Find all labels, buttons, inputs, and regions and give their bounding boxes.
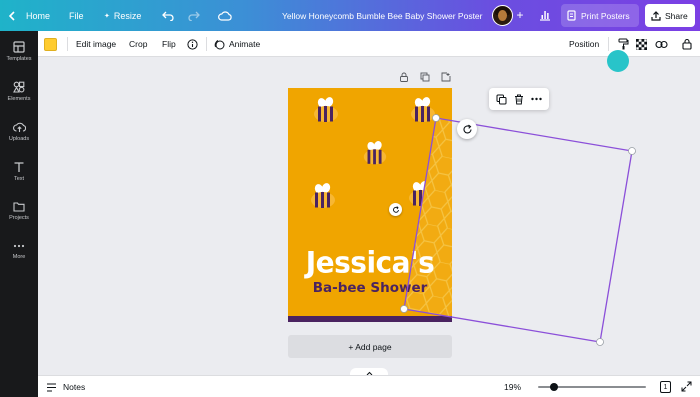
sidebar-item-more[interactable]: More [0, 241, 38, 279]
link-button[interactable] [655, 31, 668, 57]
sidebar-item-text[interactable]: Text [0, 161, 38, 199]
sidebar-item-label: Templates [6, 56, 32, 62]
uploads-icon [12, 122, 26, 132]
sidebar-item-elements[interactable]: Elements [0, 81, 38, 119]
cloud-icon [218, 10, 232, 21]
sidebar-item-label: Text [13, 176, 25, 182]
rotate-icon [462, 124, 472, 133]
flip-button[interactable]: Flip [162, 31, 176, 57]
edit-image-label: Edit image [76, 39, 117, 49]
footer-bar: Notes 19% 1 [38, 375, 700, 397]
animate-icon [214, 39, 225, 49]
cloud-save-status[interactable] [218, 0, 232, 31]
poster-subheading[interactable]: Ba-bee Shower [288, 280, 452, 296]
animate-label: Animate [229, 39, 261, 49]
more-icon [13, 244, 25, 248]
resize-icon: ✦ [104, 12, 110, 20]
notes-label: Notes [63, 382, 86, 392]
poster-footer-band [288, 316, 452, 322]
crop-button[interactable]: Crop [129, 31, 147, 57]
divider [67, 37, 68, 51]
flip-label: Flip [162, 39, 176, 49]
position-label: Position [569, 39, 600, 49]
add-page-button[interactable]: + Add page [288, 335, 452, 358]
lock-icon [682, 38, 692, 50]
link-icon [655, 40, 668, 48]
sidebar-item-label: Elements [7, 96, 31, 102]
home-button[interactable]: Home [8, 0, 50, 31]
add-page-icon[interactable] [441, 72, 451, 82]
rotate-handle[interactable] [457, 119, 477, 139]
position-button[interactable]: Position [569, 31, 599, 57]
zoom-slider-thumb[interactable] [550, 383, 558, 391]
file-menu-button[interactable]: File [69, 0, 84, 31]
avatar[interactable] [492, 5, 513, 26]
share-label: Share [665, 10, 688, 21]
more-options-icon[interactable] [530, 97, 542, 101]
file-label: File [69, 10, 84, 21]
sidebar-item-label: More [12, 254, 26, 260]
divider [206, 37, 207, 51]
fill-color-swatch[interactable] [44, 38, 57, 51]
page-count-button[interactable]: 1 [660, 381, 671, 393]
crop-label: Crop [129, 39, 148, 49]
divider [608, 37, 609, 51]
top-bar: Home File ✦ Resize Yellow Honeycomb Bumb… [0, 0, 700, 31]
transparency-button[interactable] [636, 31, 647, 57]
share-button[interactable]: Share [645, 4, 695, 27]
refresh-icon [392, 205, 399, 213]
sidebar-item-label: Projects [9, 215, 29, 221]
sidebar-item-projects[interactable]: Projects [0, 201, 38, 239]
notes-button[interactable]: Notes [46, 376, 85, 397]
home-label: Home [26, 10, 51, 21]
insights-button[interactable] [539, 9, 551, 23]
element-context-menu [489, 88, 549, 110]
print-product-icon [567, 10, 576, 21]
expand-icon [681, 381, 692, 392]
share-icon [651, 10, 661, 21]
image-info-button[interactable] [187, 31, 198, 57]
checkerboard-icon [636, 38, 647, 50]
undo-button[interactable] [162, 0, 174, 31]
cursor-indicator [607, 50, 629, 72]
page-tools [399, 72, 451, 82]
paint-roller-icon [618, 38, 629, 50]
trash-icon[interactable] [514, 94, 524, 105]
center-rotate-handle[interactable] [389, 203, 402, 216]
resize-button[interactable]: ✦ Resize [104, 0, 141, 31]
resize-label: Resize [113, 10, 142, 21]
sidebar-item-templates[interactable]: Templates [0, 41, 38, 79]
fullscreen-button[interactable] [681, 381, 692, 394]
duplicate-page-icon[interactable] [420, 72, 430, 82]
edit-image-button[interactable]: Edit image [76, 31, 116, 57]
document-title[interactable]: Yellow Honeycomb Bumble Bee Baby Shower … [282, 0, 483, 31]
duplicate-icon[interactable] [496, 94, 507, 105]
poster-page[interactable]: Jessica's Ba-bee Shower [288, 88, 452, 322]
notes-icon [47, 382, 56, 392]
text-icon [14, 162, 24, 172]
templates-icon [13, 41, 25, 53]
elements-icon [13, 81, 25, 93]
info-icon [187, 38, 198, 50]
print-posters-button[interactable]: Print Posters [561, 4, 639, 27]
context-toolbar: Edit image Crop Flip Animate Position [38, 31, 700, 57]
redo-icon [188, 11, 200, 21]
lock-button[interactable] [682, 31, 692, 57]
redo-button[interactable] [188, 0, 200, 31]
sidebar: Templates Elements Uploads Text Projects… [0, 31, 38, 397]
print-posters-label: Print Posters [581, 10, 630, 21]
add-collaborator-button[interactable]: + [514, 9, 526, 21]
lock-page-icon[interactable] [399, 72, 409, 82]
animate-button[interactable]: Animate [214, 31, 260, 57]
sidebar-item-uploads[interactable]: Uploads [0, 121, 38, 159]
chevron-left-icon [8, 10, 15, 21]
sidebar-item-label: Uploads [8, 136, 30, 142]
undo-icon [162, 11, 174, 21]
bar-chart-icon [540, 11, 550, 21]
projects-icon [13, 202, 25, 212]
poster-headline[interactable]: Jessica's [288, 245, 452, 280]
zoom-level[interactable]: 19% [504, 376, 521, 397]
